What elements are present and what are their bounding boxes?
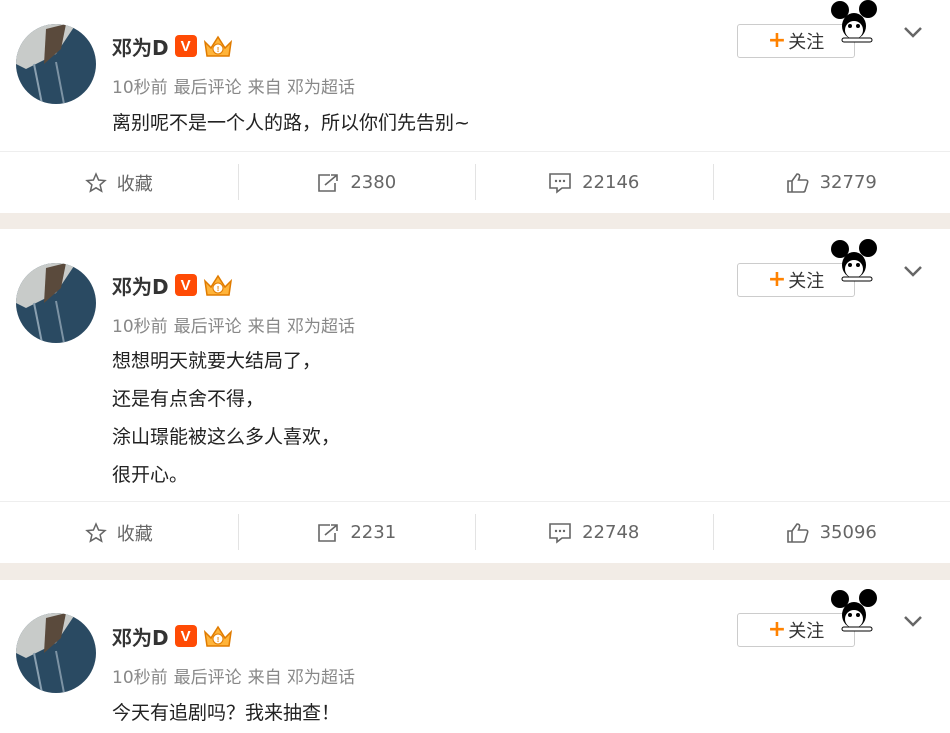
- svg-text:!: !: [216, 637, 218, 644]
- post-card: 邓为D V ! 10秒前 最后评论 来自 邓为超话 离别呢不是一个人的路，所以你们先…: [0, 0, 950, 213]
- post-line: 很开心。: [112, 464, 189, 486]
- verified-badge: V: [174, 35, 197, 57]
- crown-icon: !: [203, 625, 232, 647]
- action-bar: 收藏 2231 22748 35096: [0, 501, 950, 563]
- comment-count: 22748: [582, 522, 640, 543]
- repost-button[interactable]: 2231: [237, 502, 476, 563]
- post-source[interactable]: 来自 邓为超话: [248, 668, 355, 688]
- post-source[interactable]: 来自 邓为超话: [248, 317, 355, 337]
- avatar[interactable]: [16, 613, 96, 693]
- favorite-button[interactable]: 收藏: [0, 152, 238, 213]
- repost-button[interactable]: 2380: [237, 152, 476, 213]
- share-icon: [318, 523, 339, 542]
- like-button[interactable]: 35096: [712, 502, 950, 563]
- author-row: 邓为D V !: [112, 621, 235, 651]
- star-icon: [84, 521, 107, 543]
- post-line: 涂山璟能被这么多人喜欢，: [112, 426, 341, 448]
- chevron-down-icon[interactable]: [898, 17, 928, 47]
- author-row: 邓为D V !: [112, 270, 235, 300]
- favorite-label: 收藏: [116, 173, 153, 195]
- mickey-icon: [831, 589, 877, 632]
- verified-badge: V: [174, 274, 197, 296]
- comment-icon: [549, 172, 571, 194]
- crown-icon: !: [203, 35, 232, 57]
- author-name[interactable]: 邓为D: [112, 271, 169, 300]
- chevron-down-icon[interactable]: [898, 606, 928, 636]
- repost-count: 2231: [350, 522, 397, 543]
- post-content: 离别呢不是一个人的路，所以你们先告别~: [112, 104, 470, 142]
- post-sort: 最后评论: [173, 78, 242, 98]
- comment-icon: [549, 522, 571, 544]
- post-content: 今天有追剧吗？我来抽查！: [112, 694, 340, 732]
- like-count: 32779: [819, 172, 877, 193]
- post-line: 还是有点舍不得，: [112, 388, 265, 410]
- like-count: 35096: [819, 522, 877, 543]
- post-time[interactable]: 10秒前: [112, 668, 168, 688]
- post-meta: 10秒前 最后评论 来自 邓为超话: [112, 73, 361, 98]
- repost-count: 2380: [350, 172, 397, 193]
- mickey-icon: [831, 0, 877, 43]
- avatar[interactable]: [16, 24, 96, 104]
- favorite-label: 收藏: [116, 523, 153, 545]
- svg-text:!: !: [216, 47, 218, 54]
- thumbs-up-icon: [786, 522, 809, 543]
- author-name[interactable]: 邓为D: [112, 32, 169, 61]
- svg-text:!: !: [216, 286, 218, 293]
- post-source[interactable]: 来自 邓为超话: [248, 78, 355, 98]
- post-sort: 最后评论: [173, 317, 242, 337]
- avatar[interactable]: [16, 263, 96, 343]
- crown-icon: !: [203, 274, 232, 296]
- post-time[interactable]: 10秒前: [112, 317, 168, 337]
- mickey-icon: [831, 239, 877, 282]
- follow-label: 关注: [788, 271, 825, 292]
- post-card: 邓为D V ! 10秒前 最后评论 来自 邓为超话 想想明天就要大结局了， 还是有点…: [0, 229, 950, 563]
- comment-button[interactable]: 22146: [475, 152, 713, 213]
- post-line: 想想明天就要大结局了，: [112, 350, 322, 372]
- action-bar: 收藏 2380 22146 32779: [0, 151, 950, 213]
- star-icon: [84, 171, 107, 193]
- post-meta: 10秒前 最后评论 来自 邓为超话: [112, 312, 361, 337]
- thumbs-up-icon: [786, 172, 809, 193]
- post-sort: 最后评论: [173, 668, 242, 688]
- share-icon: [318, 173, 339, 192]
- post-card: 邓为D V ! 10秒前 最后评论 来自 邓为超话 今天有追剧吗？我来抽查！ + 关注: [0, 580, 950, 733]
- follow-label: 关注: [788, 32, 825, 53]
- post-meta: 10秒前 最后评论 来自 邓为超话: [112, 663, 361, 688]
- comment-button[interactable]: 22748: [475, 502, 713, 563]
- post-content: 想想明天就要大结局了， 还是有点舍不得， 涂山璟能被这么多人喜欢， 很开心。: [112, 342, 340, 494]
- chevron-down-icon[interactable]: [898, 256, 928, 286]
- like-button[interactable]: 32779: [712, 152, 950, 213]
- favorite-button[interactable]: 收藏: [0, 502, 238, 563]
- comment-count: 22146: [582, 172, 640, 193]
- author-name[interactable]: 邓为D: [112, 622, 169, 651]
- verified-badge: V: [174, 625, 197, 647]
- author-row: 邓为D V !: [112, 31, 235, 61]
- post-time[interactable]: 10秒前: [112, 78, 168, 98]
- follow-label: 关注: [788, 621, 825, 642]
- post-line: 离别呢不是一个人的路，所以你们先告别~: [112, 112, 470, 134]
- post-line: 今天有追剧吗？我来抽查！: [112, 702, 341, 724]
